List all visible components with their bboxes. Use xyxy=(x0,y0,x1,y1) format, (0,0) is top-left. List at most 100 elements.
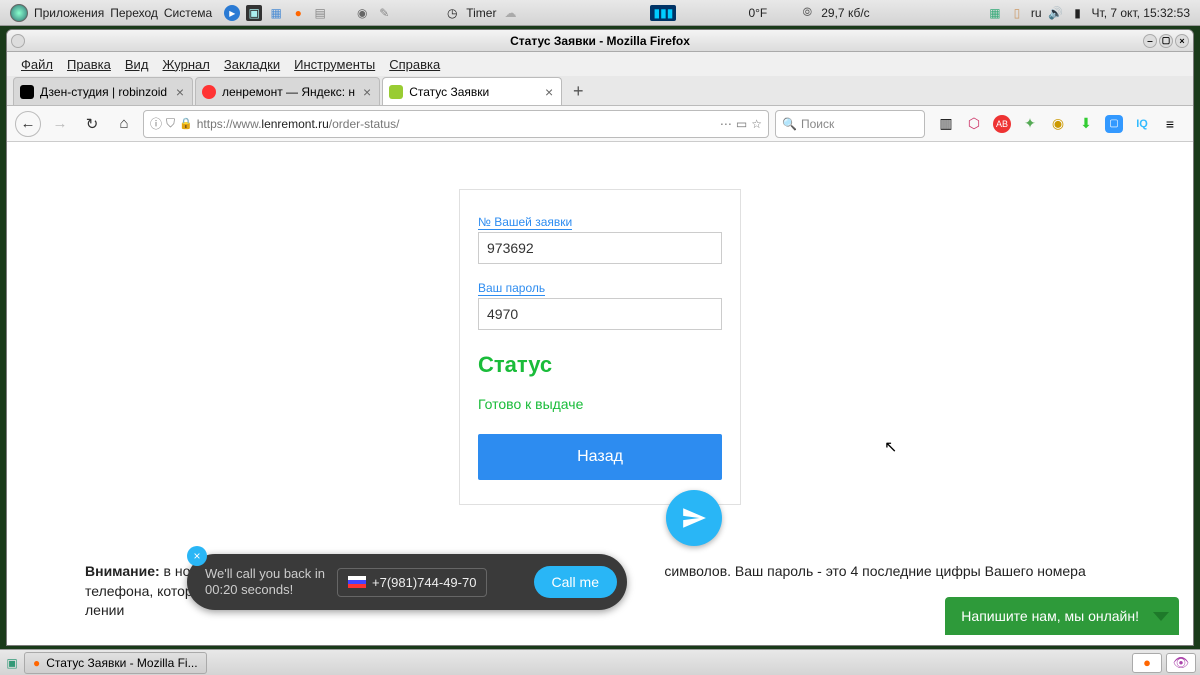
system-panel: Приложения Переход Система ▸ ▣ ▦ ● ▤ ◉ ✎… xyxy=(0,0,1200,26)
order-status-card: № Вашей заявки Ваш пароль Статус Готово … xyxy=(459,189,741,505)
new-tab-button[interactable]: + xyxy=(564,77,592,105)
editor-icon[interactable]: ✎ xyxy=(376,5,392,21)
tab-close-icon[interactable]: × xyxy=(361,84,373,100)
menu-edit[interactable]: Правка xyxy=(67,57,111,72)
tab-strip: Дзен-студия | robinzoid × ленремонт — Ян… xyxy=(7,76,1193,106)
favicon-yandex-icon xyxy=(202,85,216,99)
netspeed-label: 29,7 кб/с xyxy=(821,6,869,20)
lock-icon[interactable]: 🔒 xyxy=(179,117,193,130)
menu-tools[interactable]: Инструменты xyxy=(294,57,375,72)
page-content: № Вашей заявки Ваш пароль Статус Готово … xyxy=(7,142,1193,645)
window-titlebar[interactable]: Статус Заявки - Mozilla Firefox ‒ ▢ × xyxy=(7,30,1193,52)
callback-phone: +7(981)744-49-70 xyxy=(372,575,476,590)
ext-icon-7[interactable]: IQ xyxy=(1133,115,1151,133)
tray-firefox-icon[interactable]: ● xyxy=(1132,653,1162,673)
info-icon[interactable]: ⓘ xyxy=(150,115,162,132)
ext-icon-6[interactable]: ▢ xyxy=(1105,115,1123,133)
menu-applications[interactable]: Приложения xyxy=(34,6,104,20)
callback-phone-box[interactable]: +7(981)744-49-70 xyxy=(337,568,487,597)
window-menu-icon[interactable] xyxy=(11,34,25,48)
library-icon[interactable]: ▥ xyxy=(937,115,955,133)
firefox-small-icon: ● xyxy=(33,656,40,670)
menu-help[interactable]: Справка xyxy=(389,57,440,72)
window-title: Статус Заявки - Mozilla Firefox xyxy=(510,34,690,48)
firefox-window: Статус Заявки - Mozilla Firefox ‒ ▢ × Фа… xyxy=(6,29,1194,646)
url-bar[interactable]: ⓘ ⛉ 🔒 https://www.lenremont.ru/order-sta… xyxy=(143,110,769,138)
tab-status[interactable]: Статус Заявки × xyxy=(382,77,562,105)
tab-close-icon[interactable]: × xyxy=(543,84,555,100)
back-button[interactable]: ← xyxy=(15,111,41,137)
player-icon[interactable]: ▸ xyxy=(224,5,240,21)
note-icon[interactable]: ▤ xyxy=(312,5,328,21)
send-fab[interactable] xyxy=(666,490,722,546)
clipboard-icon[interactable]: ▯ xyxy=(1009,5,1025,21)
menu-bookmarks[interactable]: Закладки xyxy=(224,57,280,72)
hamburger-menu-icon[interactable]: ≡ xyxy=(1161,115,1179,133)
ext-icon-3[interactable]: ✦ xyxy=(1021,115,1039,133)
close-button[interactable]: × xyxy=(1175,34,1189,48)
home-button[interactable]: ⌂ xyxy=(111,111,137,137)
tab-label: Дзен-студия | robinzoid xyxy=(40,85,168,99)
chat-label: Напишите нам, мы онлайн! xyxy=(961,608,1139,624)
callback-text: We'll call you back in 00:20 seconds! xyxy=(205,566,325,597)
filemanager-icon[interactable]: ▦ xyxy=(268,5,284,21)
reload-button[interactable]: ↻ xyxy=(79,111,105,137)
keyboard-layout[interactable]: ru xyxy=(1031,6,1042,20)
password-input[interactable] xyxy=(478,298,722,330)
wifi-icon[interactable]: ⦾ xyxy=(799,5,815,21)
tab-close-icon[interactable]: × xyxy=(174,84,186,100)
shield-icon[interactable]: ⛉ xyxy=(166,116,175,131)
password-label: Ваш пароль xyxy=(478,281,545,296)
tab-dzen[interactable]: Дзен-студия | robinzoid × xyxy=(13,77,193,105)
clock[interactable]: Чт, 7 окт, 15:32:53 xyxy=(1092,6,1190,20)
temperature-label: 0°F xyxy=(748,6,767,20)
send-icon xyxy=(681,505,707,531)
chevron-down-icon xyxy=(1153,612,1169,621)
weather-icon[interactable]: ☁ xyxy=(502,5,518,21)
tab-yandex[interactable]: ленремонт — Яндекс: н × xyxy=(195,77,380,105)
menu-file[interactable]: Файл xyxy=(21,57,53,72)
order-number-input[interactable] xyxy=(478,232,722,264)
chat-widget[interactable]: Напишите нам, мы онлайн! xyxy=(945,597,1179,635)
search-placeholder: Поиск xyxy=(801,117,834,131)
ext-icon-4[interactable]: ◉ xyxy=(1049,115,1067,133)
firefox-menubar: Файл Правка Вид Журнал Закладки Инструме… xyxy=(7,52,1193,76)
back-button-form[interactable]: Назад xyxy=(478,434,722,480)
ext-icon-1[interactable]: ⬡ xyxy=(965,115,983,133)
forward-button[interactable]: → xyxy=(47,111,73,137)
maximize-button[interactable]: ▢ xyxy=(1159,34,1173,48)
tray-icon-1[interactable]: ▦ xyxy=(987,5,1003,21)
timer-label: Timer xyxy=(466,6,496,20)
menu-system[interactable]: Система xyxy=(164,6,212,20)
menu-places[interactable]: Переход xyxy=(110,6,158,20)
firefox-icon[interactable]: ● xyxy=(290,5,306,21)
menu-history[interactable]: Журнал xyxy=(162,57,209,72)
page-actions-icon[interactable]: ⋯ xyxy=(720,117,732,131)
volume-icon[interactable]: 🔊 xyxy=(1048,5,1064,21)
timer-icon[interactable]: ◷ xyxy=(444,5,460,21)
minimize-button[interactable]: ‒ xyxy=(1143,34,1157,48)
globe-icon[interactable]: ◉ xyxy=(354,5,370,21)
tab-label: Статус Заявки xyxy=(409,85,537,99)
distro-logo-icon[interactable] xyxy=(10,4,28,22)
bookmark-star-icon[interactable]: ☆ xyxy=(751,117,762,131)
reader-icon[interactable]: ▭ xyxy=(736,117,747,131)
terminal-icon[interactable]: ▣ xyxy=(246,5,262,21)
ext-icon-2[interactable]: AB xyxy=(993,115,1011,133)
favicon-lenremont-icon xyxy=(389,85,403,99)
call-me-button[interactable]: Call me xyxy=(534,566,617,598)
callback-close-button[interactable]: × xyxy=(187,546,207,566)
navigation-toolbar: ← → ↻ ⌂ ⓘ ⛉ 🔒 https://www.lenremont.ru/o… xyxy=(7,106,1193,142)
tab-label: ленремонт — Яндекс: н xyxy=(222,85,355,99)
show-desktop-icon[interactable]: ▣ xyxy=(4,655,20,671)
menu-view[interactable]: Вид xyxy=(125,57,149,72)
search-icon: 🔍 xyxy=(782,117,797,131)
monitor-icon[interactable]: ▮▮▮ xyxy=(650,5,676,21)
taskbar-firefox[interactable]: ● Статус Заявки - Mozilla Fi... xyxy=(24,652,207,674)
status-value: Готово к выдаче xyxy=(478,396,722,412)
ext-icon-5[interactable]: ⬇ xyxy=(1077,115,1095,133)
search-bar[interactable]: 🔍 Поиск xyxy=(775,110,925,138)
tray-eye-icon[interactable]: 👁 xyxy=(1166,653,1196,673)
battery-icon[interactable]: ▮ xyxy=(1070,5,1086,21)
order-number-label: № Вашей заявки xyxy=(478,215,572,230)
